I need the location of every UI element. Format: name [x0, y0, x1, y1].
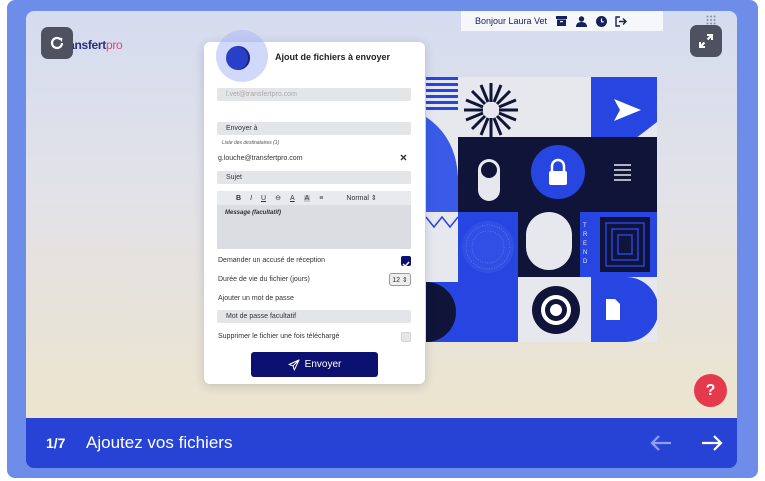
greeting: Bonjour Laura Vet	[475, 16, 548, 26]
trend-text: T	[583, 223, 587, 229]
restart-button[interactable]	[41, 27, 73, 59]
editor-toolbar: B I U ⊖ A A ≡ Normal ⇕	[217, 191, 411, 205]
user-bar: Bonjour Laura Vet	[461, 11, 663, 31]
subject-input[interactable]: Sujet	[217, 171, 411, 184]
text-style-select[interactable]: Normal ⇕	[346, 194, 376, 202]
svg-text:D: D	[583, 259, 588, 265]
svg-text:N: N	[583, 250, 587, 256]
tour-footer: 1/7 Ajoutez vos fichiers	[26, 418, 737, 468]
delete-after-download-checkbox[interactable]	[401, 332, 411, 342]
highlight-button[interactable]: A	[303, 194, 311, 202]
underline-button[interactable]: U	[261, 195, 266, 202]
sender-field[interactable]: l.vet@transfertpro.com	[217, 88, 411, 101]
background-artwork: T R E N D	[426, 77, 657, 342]
tour-highlight-dot[interactable]	[226, 46, 250, 70]
send-button-label: Envoyer	[304, 359, 342, 370]
paper-plane-icon	[288, 359, 300, 370]
delete-after-download-label: Supprimer le fichier une fois téléchargé	[218, 333, 340, 340]
previous-arrow-icon[interactable]	[650, 434, 672, 452]
apps-grid-icon[interactable]	[706, 15, 716, 25]
expand-icon	[699, 34, 713, 48]
svg-text:E: E	[583, 241, 587, 247]
align-button[interactable]: ≡	[319, 195, 323, 202]
check-icon	[402, 261, 410, 268]
lifetime-select[interactable]: 12 ⇕	[389, 273, 411, 286]
fullscreen-button[interactable]	[690, 25, 722, 57]
step-title: Ajoutez vos fichiers	[86, 433, 233, 452]
message-textarea[interactable]: Message (facultatif)	[217, 205, 411, 249]
recipient-entry: g.louche@transfertpro.com	[218, 155, 303, 162]
italic-button[interactable]: I	[250, 195, 252, 202]
svg-text:R: R	[583, 232, 588, 238]
lifetime-label: Durée de vie du fichier (jours)	[218, 276, 310, 283]
step-counter: 1/7	[46, 435, 66, 451]
help-button[interactable]: ?	[694, 374, 727, 407]
strike-button[interactable]: ⊖	[275, 194, 281, 202]
logout-icon[interactable]	[615, 15, 628, 27]
text-color-button[interactable]: A	[290, 195, 295, 202]
send-button[interactable]: Envoyer	[251, 352, 378, 377]
recipients-caption: Liste des destinataires (1)	[222, 140, 280, 146]
dialog-title: Ajout de fichiers à envoyer	[275, 52, 391, 62]
help-icon: ?	[705, 381, 716, 399]
refresh-icon	[50, 36, 64, 50]
archive-icon[interactable]	[555, 15, 567, 27]
receipt-checkbox[interactable]	[401, 256, 411, 268]
next-arrow-icon[interactable]	[701, 434, 723, 452]
user-icon[interactable]	[575, 15, 587, 27]
recipient-input[interactable]: Envoyer à	[217, 122, 411, 135]
password-label: Ajouter un mot de passe	[218, 295, 294, 302]
password-input[interactable]: Mot de passe facultatif	[217, 310, 411, 323]
bold-button[interactable]: B	[236, 195, 241, 202]
receipt-label: Demander un accusé de réception	[218, 257, 326, 264]
remove-recipient-icon[interactable]	[400, 154, 407, 161]
clock-icon[interactable]	[595, 15, 607, 27]
